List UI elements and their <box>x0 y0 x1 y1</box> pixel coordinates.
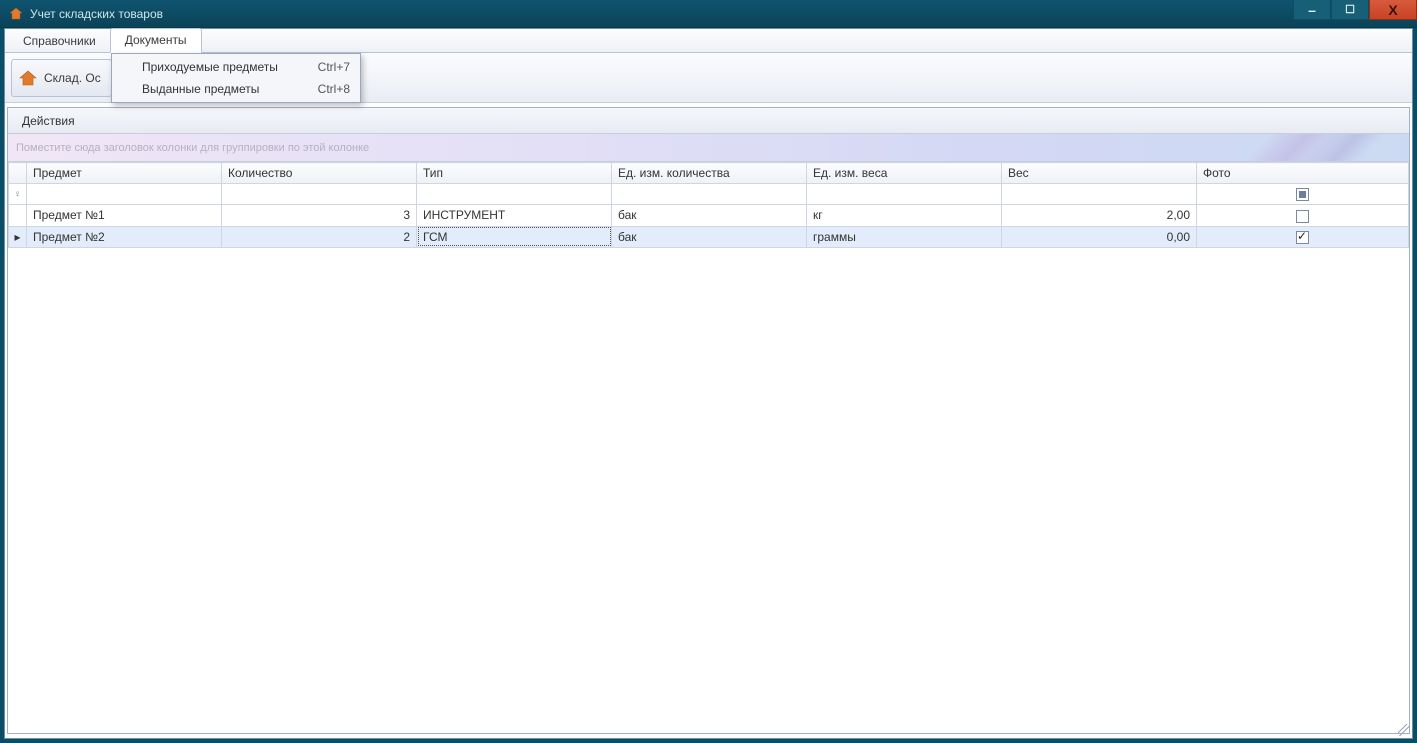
col-header-ed-kol[interactable]: Ед. изм. количества <box>612 163 807 184</box>
cell-foto[interactable] <box>1197 205 1409 226</box>
col-header-tip[interactable]: Тип <box>417 163 612 184</box>
app-icon <box>8 6 24 22</box>
filter-cell-foto[interactable] <box>1197 184 1409 205</box>
table-row[interactable]: ▸ Предмет №2 2 ГСМ бак граммы 0,00 <box>9 226 1409 247</box>
col-header-ed-ves[interactable]: Ед. изм. веса <box>807 163 1002 184</box>
maximize-button[interactable]: ☐ <box>1331 0 1369 20</box>
data-grid: Предмет Количество Тип Ед. изм. количест… <box>8 162 1409 248</box>
menu-item-label: Приходуемые предметы <box>142 60 278 74</box>
checkbox-icon[interactable] <box>1296 188 1309 201</box>
menu-item-issued[interactable]: Выданные предметы Ctrl+8 <box>114 78 358 100</box>
filter-cell[interactable] <box>807 184 1002 205</box>
resize-grip-icon[interactable] <box>1398 724 1410 736</box>
checkbox-icon[interactable] <box>1296 210 1309 223</box>
cell-foto[interactable] <box>1197 226 1409 247</box>
col-header-kolichestvo[interactable]: Количество <box>222 163 417 184</box>
menu-item-label: Выданные предметы <box>142 82 259 96</box>
filter-cell[interactable] <box>222 184 417 205</box>
window-title: Учет складских товаров <box>30 7 163 21</box>
minimize-button[interactable]: – <box>1293 0 1331 20</box>
actions-bar[interactable]: Действия <box>8 108 1409 134</box>
close-button[interactable]: X <box>1369 0 1417 20</box>
menu-tab-spravochniki[interactable]: Справочники <box>9 30 110 53</box>
checkbox-icon[interactable] <box>1296 231 1309 244</box>
group-hint: Поместите сюда заголовок колонки для гру… <box>16 142 369 154</box>
ribbon-button-label: Склад. Ос <box>44 71 101 85</box>
menu-item-shortcut: Ctrl+8 <box>298 82 350 96</box>
cell-ed-kol[interactable]: бак <box>612 226 807 247</box>
cell-tip[interactable]: ГСМ <box>417 226 612 247</box>
cell-predmet[interactable]: Предмет №1 <box>27 205 222 226</box>
filter-row: ♀ <box>9 184 1409 205</box>
filter-icon[interactable]: ♀ <box>9 184 27 205</box>
filter-cell[interactable] <box>612 184 807 205</box>
row-indicator: ▸ <box>9 226 27 247</box>
col-header-predmet[interactable]: Предмет <box>27 163 222 184</box>
filter-cell[interactable] <box>27 184 222 205</box>
ribbon-button-sklad[interactable]: Склад. Ос <box>11 59 112 97</box>
cell-ed-kol[interactable]: бак <box>612 205 807 226</box>
filter-cell[interactable] <box>417 184 612 205</box>
group-by-panel[interactable]: Поместите сюда заголовок колонки для гру… <box>8 134 1409 162</box>
app-frame: Справочники Документы Приходуемые предме… <box>4 28 1413 739</box>
indicator-header <box>9 163 27 184</box>
cell-ed-ves[interactable]: кг <box>807 205 1002 226</box>
col-header-ves[interactable]: Вес <box>1002 163 1197 184</box>
filter-cell[interactable] <box>1002 184 1197 205</box>
cell-tip[interactable]: ИНСТРУМЕНТ <box>417 205 612 226</box>
table-row[interactable]: Предмет №1 3 ИНСТРУМЕНТ бак кг 2,00 <box>9 205 1409 226</box>
titlebar: Учет складских товаров – ☐ X <box>0 0 1417 28</box>
menu-item-incoming[interactable]: Приходуемые предметы Ctrl+7 <box>114 56 358 78</box>
menu-tab-dokumenty[interactable]: Документы <box>110 28 202 53</box>
menu-item-shortcut: Ctrl+7 <box>298 60 350 74</box>
menubar: Справочники Документы Приходуемые предме… <box>5 29 1412 53</box>
cell-kolichestvo[interactable]: 3 <box>222 205 417 226</box>
col-header-foto[interactable]: Фото <box>1197 163 1409 184</box>
cell-ves[interactable]: 0,00 <box>1002 226 1197 247</box>
cell-kolichestvo[interactable]: 2 <box>222 226 417 247</box>
header-row: Предмет Количество Тип Ед. изм. количест… <box>9 163 1409 184</box>
home-icon <box>18 68 38 88</box>
cell-ed-ves[interactable]: граммы <box>807 226 1002 247</box>
grid-area[interactable]: Предмет Количество Тип Ед. изм. количест… <box>8 162 1409 733</box>
row-indicator <box>9 205 27 226</box>
actions-label: Действия <box>22 114 75 128</box>
grid-subwindow: Действия Поместите сюда заголовок колонк… <box>7 107 1410 734</box>
cell-predmet[interactable]: Предмет №2 <box>27 226 222 247</box>
menu-dropdown: Приходуемые предметы Ctrl+7 Выданные пре… <box>111 53 361 103</box>
cell-ves[interactable]: 2,00 <box>1002 205 1197 226</box>
